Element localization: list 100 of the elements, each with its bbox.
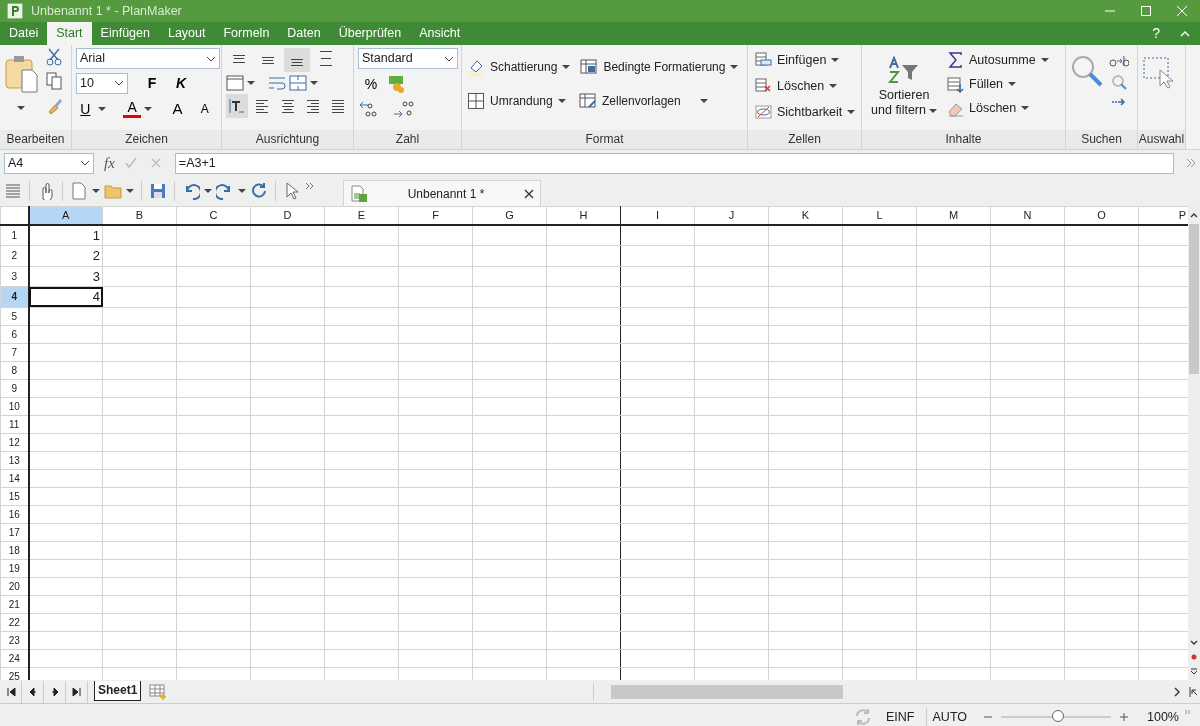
- search-icon[interactable]: [1070, 54, 1104, 88]
- row-header[interactable]: 9: [0, 379, 29, 397]
- document-tab[interactable]: Unbenannt 1 *: [343, 180, 541, 206]
- ribbon-tab[interactable]: Datei: [0, 22, 48, 45]
- column-header[interactable]: A: [28, 206, 103, 225]
- grow-font-button[interactable]: A: [165, 97, 190, 121]
- format-painter-icon[interactable]: [46, 96, 62, 114]
- cells-button[interactable]: Sichtbarkeit: [752, 100, 857, 124]
- row-header[interactable]: 2: [0, 245, 29, 266]
- add-sheet-icon[interactable]: [149, 683, 168, 700]
- row-header[interactable]: 4: [0, 286, 29, 307]
- shrink-font-button[interactable]: A: [192, 97, 217, 121]
- row-header[interactable]: 14: [0, 469, 29, 487]
- scroll-right-icon[interactable]: [1174, 686, 1180, 697]
- save-icon[interactable]: [149, 182, 167, 200]
- row-header[interactable]: 19: [0, 559, 29, 577]
- next-sheet-icon[interactable]: [49, 686, 60, 697]
- new-document-icon[interactable]: [70, 182, 88, 200]
- first-sheet-icon[interactable]: [5, 686, 16, 697]
- column-header[interactable]: O: [1064, 206, 1139, 225]
- contents-button[interactable]: Löschen: [944, 96, 1052, 120]
- bold-button[interactable]: F: [139, 71, 165, 95]
- more-icon[interactable]: [1184, 709, 1192, 717]
- ribbon-tab[interactable]: Layout: [158, 22, 215, 45]
- zoom-in-icon[interactable]: [1119, 712, 1129, 722]
- scrollbar-thumb[interactable]: [1189, 224, 1199, 374]
- scroll-end-icon[interactable]: [1190, 668, 1198, 676]
- help-button[interactable]: ?: [1152, 22, 1160, 45]
- previous-sheet-icon[interactable]: [27, 686, 38, 697]
- table-cell[interactable]: 3: [28, 266, 103, 287]
- ribbon-tab[interactable]: Formeln: [214, 22, 279, 45]
- font-color-button[interactable]: A: [122, 100, 142, 118]
- ribbon-tab[interactable]: Start: [47, 22, 92, 45]
- paste-icon[interactable]: [4, 54, 38, 94]
- collapse-ribbon-icon[interactable]: [1180, 31, 1190, 37]
- formula-field[interactable]: =A3+1: [174, 152, 1174, 174]
- column-header[interactable]: C: [176, 206, 251, 225]
- column-header[interactable]: F: [398, 206, 473, 225]
- format-button[interactable]: Zellenvorlagen: [576, 89, 711, 113]
- ribbon-tab[interactable]: Einfügen: [91, 22, 159, 45]
- scissors-icon[interactable]: [46, 48, 62, 66]
- column-header[interactable]: I: [620, 206, 695, 225]
- percent-button[interactable]: %: [358, 72, 384, 96]
- cell-reference-field[interactable]: A4: [4, 152, 94, 174]
- zoom-slider-thumb[interactable]: [1052, 710, 1065, 722]
- format-button[interactable]: Schattierung: [464, 55, 574, 79]
- row-header[interactable]: 1: [0, 224, 29, 246]
- column-header[interactable]: N: [990, 206, 1065, 225]
- split-icon[interactable]: [1189, 686, 1199, 697]
- sheet-tab[interactable]: Sheet1: [94, 680, 142, 701]
- font-name-field[interactable]: Arial: [76, 48, 220, 69]
- column-header[interactable]: J: [694, 206, 769, 225]
- ribbon-tab[interactable]: Daten: [278, 22, 330, 45]
- number-format-field[interactable]: Standard: [358, 48, 458, 69]
- row-header[interactable]: 20: [0, 577, 29, 595]
- italic-button[interactable]: K: [168, 71, 194, 95]
- cells-button[interactable]: Einfügen: [752, 48, 857, 72]
- wrap-text-icon[interactable]: [268, 75, 286, 91]
- column-header[interactable]: D: [250, 206, 325, 225]
- pointer-icon[interactable]: [283, 182, 301, 200]
- dropdown-icon[interactable]: [80, 160, 90, 166]
- scroll-down-icon[interactable]: [1190, 640, 1198, 646]
- cell-border-icon[interactable]: [226, 75, 244, 91]
- search-next-icon[interactable]: [1111, 74, 1127, 90]
- column-header[interactable]: B: [102, 206, 177, 225]
- scrollbar-thumb[interactable]: [611, 684, 843, 699]
- column-header[interactable]: M: [916, 206, 991, 225]
- sort-filter-button[interactable]: Sortieren und filtern: [866, 48, 942, 130]
- row-header[interactable]: 21: [0, 595, 29, 613]
- cells-button[interactable]: Löschen: [752, 74, 857, 98]
- ribbon-tab[interactable]: Überprüfen: [329, 22, 411, 45]
- ribbon-tab[interactable]: Ansicht: [410, 22, 470, 45]
- row-header[interactable]: 5: [0, 307, 29, 325]
- column-header[interactable]: E: [324, 206, 399, 225]
- increase-decimal-icon[interactable]: [391, 99, 415, 119]
- function-button[interactable]: fx: [104, 151, 115, 175]
- row-header[interactable]: 16: [0, 505, 29, 523]
- replace-icon[interactable]: [1109, 54, 1129, 68]
- table-cell[interactable]: 2: [28, 245, 103, 266]
- column-header[interactable]: K: [768, 206, 843, 225]
- row-header[interactable]: 15: [0, 487, 29, 505]
- currency-icon[interactable]: [387, 75, 407, 93]
- go-to-icon[interactable]: [1111, 96, 1127, 108]
- row-header[interactable]: 10: [0, 397, 29, 415]
- column-header[interactable]: G: [472, 206, 547, 225]
- dropdown-icon[interactable]: [114, 80, 124, 86]
- merge-cells-icon[interactable]: [289, 75, 307, 91]
- table-cell[interactable]: 4: [28, 286, 103, 307]
- row-header[interactable]: 7: [0, 343, 29, 361]
- row-header[interactable]: 18: [0, 541, 29, 559]
- more-icon[interactable]: [1186, 158, 1196, 168]
- align-button[interactable]: [284, 48, 310, 72]
- contents-button[interactable]: Füllen: [944, 72, 1052, 96]
- repeat-icon[interactable]: [250, 182, 268, 200]
- column-header[interactable]: L: [842, 206, 917, 225]
- row-header[interactable]: 6: [0, 325, 29, 343]
- format-button[interactable]: Umrandung: [464, 89, 572, 113]
- copy-icon[interactable]: [46, 72, 62, 90]
- row-header[interactable]: 24: [0, 649, 29, 667]
- row-header[interactable]: 23: [0, 631, 29, 649]
